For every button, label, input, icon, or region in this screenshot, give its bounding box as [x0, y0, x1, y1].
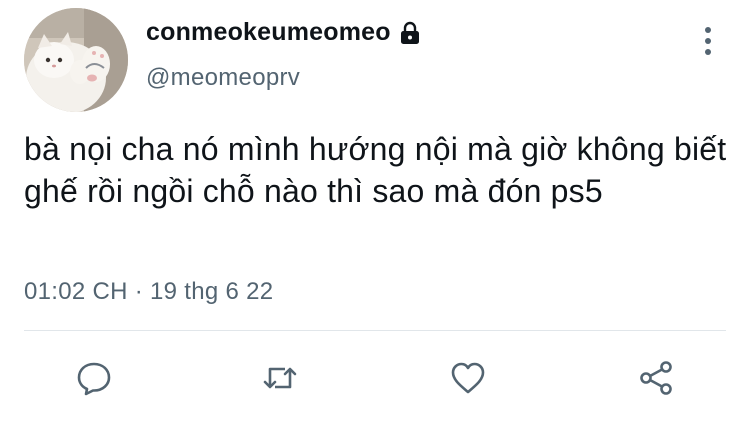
name-row: conmeokeumeomeo [146, 18, 421, 47]
reply-button[interactable] [72, 356, 116, 400]
reply-icon [77, 362, 111, 396]
avatar-cat-image [24, 8, 128, 112]
divider [24, 330, 726, 331]
heart-icon [451, 362, 485, 394]
user-handle[interactable]: @meomeoprv [146, 64, 300, 92]
display-name[interactable]: conmeokeumeomeo [146, 18, 391, 47]
avatar[interactable] [24, 8, 128, 112]
tweet-timestamp[interactable]: 01:02 CH · 19 thg 6 22 [24, 278, 273, 306]
tweet-text: bà nọi cha nó mình hướng nội mà giờ khôn… [24, 131, 727, 209]
retweet-icon [263, 367, 297, 389]
like-button[interactable] [446, 356, 490, 400]
tweet-card: conmeokeumeomeo @meomeoprv bà nọi cha nó… [0, 0, 750, 424]
lock-icon [399, 21, 421, 45]
share-icon [640, 361, 672, 395]
share-button[interactable] [634, 356, 678, 400]
retweet-button[interactable] [258, 356, 302, 400]
more-vertical-icon[interactable] [696, 24, 720, 58]
